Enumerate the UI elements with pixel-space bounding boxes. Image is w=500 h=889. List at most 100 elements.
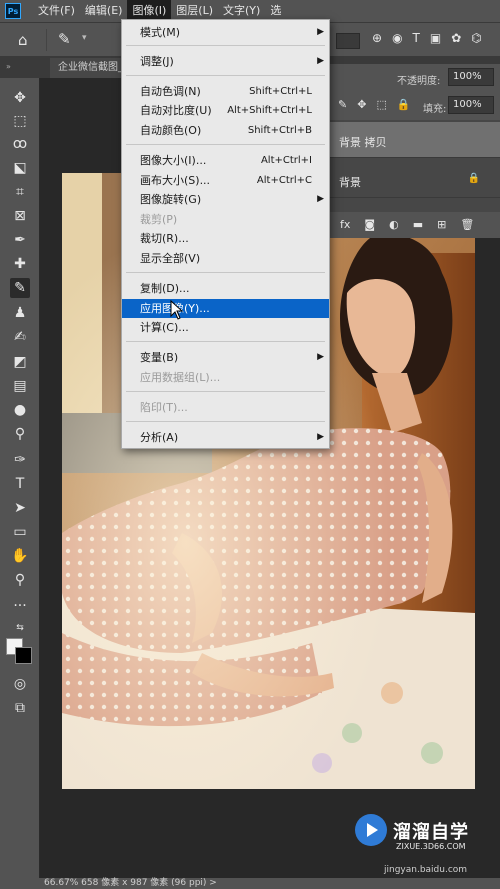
divider xyxy=(126,391,325,392)
gear-icon[interactable]: ✿ xyxy=(451,31,461,45)
pressure-icon[interactable]: ⊕ xyxy=(372,31,382,45)
eyedropper-tool-icon[interactable]: ✒ xyxy=(10,230,30,250)
menu-item-label: 调整(J) xyxy=(140,55,174,68)
brush-preset-icon[interactable]: ✎ xyxy=(58,30,71,48)
menu-item-label: 计算(C)... xyxy=(140,321,189,334)
shape-tool-icon[interactable]: ▭ xyxy=(10,522,30,542)
menu-item-duplicate[interactable]: 复制(D)... xyxy=(122,279,329,298)
menu-item-label: 显示全部(V) xyxy=(140,252,201,265)
new-layer-icon[interactable]: ⊞ xyxy=(437,218,446,231)
chevron-right-icon: ▶ xyxy=(317,352,324,362)
brush-tool-icon[interactable]: ✎ xyxy=(10,278,30,298)
menu-item-variables[interactable]: 变量(B) ▶ xyxy=(122,348,329,367)
menu-item-canvas-size[interactable]: 画布大小(S)... Alt+Ctrl+C xyxy=(122,171,329,190)
photoshop-logo-icon[interactable]: Ps xyxy=(5,3,21,19)
menu-shortcut: Alt+Ctrl+C xyxy=(256,175,312,186)
folder-icon[interactable]: ▬ xyxy=(413,218,423,231)
mouse-cursor-icon xyxy=(170,300,184,320)
collapse-panel-icon[interactable]: » xyxy=(0,56,40,78)
fx-icon[interactable]: fx xyxy=(340,218,350,231)
menu-file[interactable]: 文件(F) xyxy=(33,0,80,22)
stamp-tool-icon[interactable]: ♟ xyxy=(10,303,30,323)
dodge-tool-icon[interactable]: ⚲ xyxy=(10,424,30,444)
quick-select-tool-icon[interactable]: ⬕ xyxy=(10,158,30,178)
menu-item-apply-image[interactable]: 应用图像(Y)... xyxy=(122,299,329,318)
chevron-right-icon: ▶ xyxy=(317,432,324,442)
crop-tool-icon[interactable]: ⌗ xyxy=(10,182,30,202)
divider xyxy=(46,29,47,51)
menu-item-label: 陷印(T)... xyxy=(140,401,188,414)
more-tools-icon[interactable]: ··· xyxy=(10,596,30,616)
artboard-icon[interactable]: ⬚ xyxy=(376,98,386,111)
frame-tool-icon[interactable]: ⊠ xyxy=(10,206,30,226)
background-color-swatch[interactable] xyxy=(15,647,32,664)
pen-icon[interactable]: ⌬ xyxy=(471,31,481,45)
adjustment-icon[interactable]: ◐ xyxy=(389,218,399,231)
menu-item-adjust[interactable]: 调整(J) ▶ xyxy=(122,52,329,71)
blend-dropdown[interactable] xyxy=(336,33,360,49)
gradient-tool-icon[interactable]: ▤ xyxy=(10,376,30,396)
blur-tool-icon[interactable]: ● xyxy=(10,400,30,420)
document-tab[interactable]: 企业微信截图_ xyxy=(50,58,131,78)
layers-footer-icons: fx ◙ ◐ ▬ ⊞ 🗑 xyxy=(340,218,474,231)
menu-item-label: 应用数据组(L)... xyxy=(140,371,221,384)
zoom-tool-icon[interactable]: ⚲ xyxy=(10,570,30,590)
menu-item-mode[interactable]: 模式(M) ▶ xyxy=(122,23,329,42)
menu-item-image-size[interactable]: 图像大小(I)... Alt+Ctrl+I xyxy=(122,151,329,170)
lock-pixels-icon[interactable]: ✎ xyxy=(338,98,347,111)
quick-mask-icon[interactable]: ◎ xyxy=(10,674,30,694)
home-icon[interactable]: ⌂ xyxy=(18,32,36,48)
layer-name: 背景 拷贝 xyxy=(339,136,387,149)
divider xyxy=(126,75,325,76)
menu-item-label: 裁剪(P) xyxy=(140,213,178,226)
menu-item-trap: 陷印(T)... xyxy=(122,398,329,417)
menu-item-auto-contrast[interactable]: 自动对比度(U) Alt+Shift+Ctrl+L xyxy=(122,101,329,120)
layer-row[interactable]: 背景 🔒 xyxy=(322,162,500,198)
menu-item-analysis[interactable]: 分析(A) ▶ xyxy=(122,428,329,447)
healing-tool-icon[interactable]: ✚ xyxy=(10,254,30,274)
watermark-title: 溜溜自学 xyxy=(393,822,469,843)
watermark-subtitle: ZIXUE.3D66.COM xyxy=(396,842,466,851)
menu-item-label: 自动颜色(O) xyxy=(140,124,202,137)
lock-position-icon[interactable]: ✥ xyxy=(357,98,366,111)
path-select-tool-icon[interactable]: ➤ xyxy=(10,498,30,518)
menu-item-image-rotation[interactable]: 图像旋转(G) ▶ xyxy=(122,190,329,209)
menu-item-auto-color[interactable]: 自动颜色(O) Shift+Ctrl+B xyxy=(122,121,329,140)
chevron-down-icon[interactable]: ▾ xyxy=(82,33,87,43)
opacity-label: 不透明度: xyxy=(397,76,441,87)
menu-item-calculations[interactable]: 计算(C)... xyxy=(122,318,329,337)
menu-item-label: 裁切(R)... xyxy=(140,232,189,245)
text-icon[interactable]: T xyxy=(413,31,420,45)
status-bar: 66.67% 658 像素 x 987 像素 (96 ppi) > xyxy=(0,878,500,889)
eraser-tool-icon[interactable]: ◩ xyxy=(10,352,30,372)
panel-icon[interactable]: ▣ xyxy=(430,31,441,45)
lasso-tool-icon[interactable]: ꝏ xyxy=(10,134,30,154)
menu-item-crop: 裁剪(P) xyxy=(122,210,329,229)
screen-mode-icon[interactable]: ⧉ xyxy=(10,698,30,718)
pen-tool-icon[interactable]: ✑ xyxy=(10,450,30,470)
menu-item-label: 图像旋转(G) xyxy=(140,193,202,206)
divider xyxy=(126,45,325,46)
layer-name: 背景 xyxy=(339,176,361,189)
history-brush-tool-icon[interactable]: ✍ xyxy=(10,327,30,347)
airbrush-icon[interactable]: ◉ xyxy=(392,31,402,45)
hand-tool-icon[interactable]: ✋ xyxy=(10,546,30,566)
move-tool-icon[interactable]: ✥ xyxy=(10,88,30,108)
fill-input[interactable]: 100% xyxy=(448,96,494,114)
lock-all-icon[interactable]: 🔒 xyxy=(397,98,411,111)
menu-item-label: 自动对比度(U) xyxy=(140,104,212,117)
swap-colors-icon[interactable]: ⇆ xyxy=(10,618,30,638)
menu-item-trim[interactable]: 裁切(R)... xyxy=(122,229,329,248)
layer-row[interactable]: 背景 拷贝 xyxy=(322,122,500,158)
menu-item-auto-tone[interactable]: 自动色调(N) Shift+Ctrl+L xyxy=(122,82,329,101)
mask-icon[interactable]: ◙ xyxy=(364,218,375,231)
lock-icon: 🔒 xyxy=(467,173,480,184)
marquee-tool-icon[interactable]: ⬚ xyxy=(10,111,30,131)
divider xyxy=(126,341,325,342)
opacity-input[interactable]: 100% xyxy=(448,68,494,86)
trash-icon[interactable]: 🗑 xyxy=(460,218,474,231)
menu-item-reveal-all[interactable]: 显示全部(V) xyxy=(122,249,329,268)
type-tool-icon[interactable]: T xyxy=(10,474,30,494)
watermark-url: jingyan.baidu.com xyxy=(384,865,468,875)
menu-item-label: 变量(B) xyxy=(140,351,179,364)
